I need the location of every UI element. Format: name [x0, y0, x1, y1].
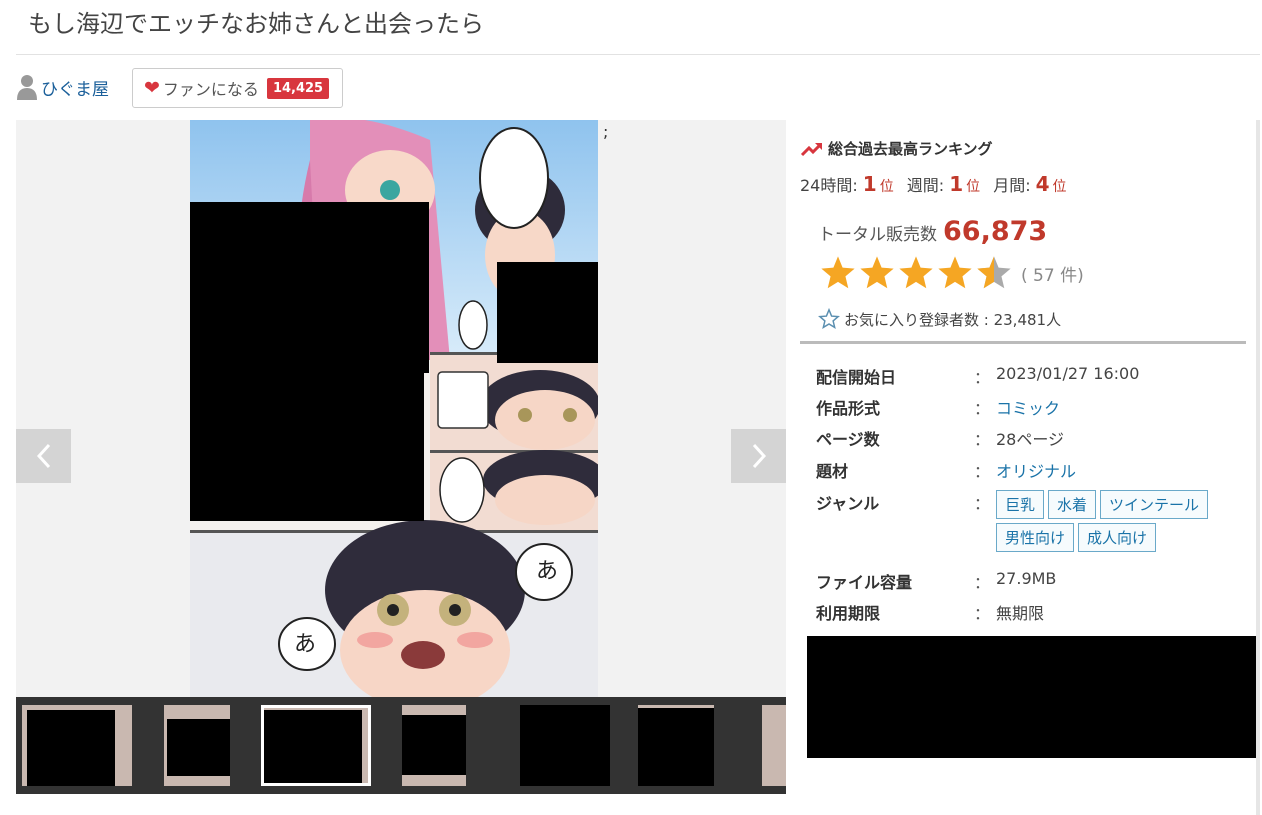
- release-label: 配信開始日: [816, 368, 897, 387]
- pages-label: ページ数: [816, 430, 880, 449]
- thumbnail-4[interactable]: [402, 705, 466, 786]
- filesize-colon: ：: [974, 573, 991, 592]
- star-full-icon: [860, 256, 894, 289]
- rating-stars[interactable]: ( 57 件): [818, 254, 1084, 292]
- total-sales: トータル販売数 66,873: [818, 216, 1047, 247]
- page-title: もし海辺でエッチなお姉さんと出会ったら: [28, 10, 484, 38]
- censor-block: [190, 202, 429, 373]
- format-colon: ：: [974, 399, 991, 418]
- censor-block: [520, 705, 610, 786]
- become-fan-button[interactable]: ❤ ファンになる 14,425: [132, 68, 343, 108]
- thumbnail-strip: [16, 697, 786, 794]
- page-edge: [1256, 120, 1260, 815]
- filesize-label: ファイル容量: [816, 573, 913, 592]
- ranking-heading-text: 総合過去最高ランキング: [828, 140, 993, 158]
- review-count[interactable]: ( 57 件): [1021, 261, 1084, 286]
- censor-block: [638, 708, 714, 786]
- censor-block: [497, 262, 598, 363]
- info-divider: [800, 341, 1246, 344]
- expiry-label: 利用期限: [816, 604, 881, 623]
- detail-expiry-row: 利用期限 ： 無期限: [816, 600, 1044, 624]
- thumbnail-2[interactable]: [164, 705, 230, 786]
- rank-24h-suffix: 位: [879, 179, 894, 195]
- author-link[interactable]: ひぐま屋: [16, 74, 109, 100]
- fan-count-badge: 14,425: [266, 77, 330, 99]
- detail-genre-row: ジャンル ： 巨乳 水着 ツインテール 男性向け 成人向け: [816, 490, 1236, 556]
- format-label: 作品形式: [816, 399, 881, 418]
- genre-tag[interactable]: 成人向け: [1078, 523, 1157, 552]
- pages-colon: ：: [974, 430, 991, 449]
- star-full-icon: [899, 256, 933, 289]
- redacted-block: [807, 636, 1259, 758]
- ranking-values: 24時間: 1 位 週間: 1 位 月間: 4 位: [800, 172, 1075, 196]
- censor-block: [264, 710, 362, 783]
- star-full-icon: [938, 256, 972, 289]
- subject-colon: ：: [974, 462, 991, 481]
- sales-value: 66,873: [943, 216, 1048, 247]
- favorites-count: お気に入り登録者数 : 23,481人: [818, 308, 1061, 330]
- subject-label: 題材: [816, 462, 849, 481]
- genre-colon: ：: [974, 494, 991, 513]
- trend-up-icon: [800, 142, 823, 156]
- thumbnail-7[interactable]: [762, 705, 786, 786]
- user-icon: [17, 75, 37, 100]
- favorites-text: お気に入り登録者数 : 23,481人: [844, 310, 1062, 329]
- main-sample-image[interactable]: あ あ: [190, 120, 598, 697]
- genre-label: ジャンル: [816, 494, 880, 513]
- genre-tag[interactable]: 水着: [1048, 490, 1097, 519]
- rank-24h-label: 24時間:: [800, 176, 858, 195]
- star-outline-icon: [818, 308, 840, 329]
- thumbnail-6[interactable]: [638, 705, 714, 786]
- genre-tags: 巨乳 水着 ツインテール 男性向け 成人向け: [996, 490, 1236, 556]
- ranking-heading: 総合過去最高ランキング: [800, 138, 993, 159]
- detail-release-row: 配信開始日 ： 2023/01/27 16:00: [816, 364, 1139, 388]
- detail-format-row: 作品形式 ： コミック: [816, 395, 1060, 419]
- chevron-right-icon: [752, 443, 766, 469]
- bubble-a-2: あ: [294, 632, 316, 657]
- pages-value: 28ページ: [996, 430, 1065, 449]
- fan-button-label: ファンになる: [162, 80, 259, 99]
- rank-week-suffix: 位: [966, 179, 981, 195]
- detail-pages-row: ページ数 ： 28ページ: [816, 426, 1064, 450]
- author-name: ひぐま屋: [41, 79, 109, 100]
- censor-block: [27, 710, 115, 786]
- thumbnail-3-selected[interactable]: [261, 705, 371, 786]
- rank-month-value: 4: [1035, 172, 1050, 196]
- stray-semicolon: ;: [603, 122, 609, 141]
- rank-month-label: 月間:: [993, 176, 1031, 195]
- star-full-icon: [821, 256, 855, 289]
- censor-block: [402, 715, 466, 775]
- star-half-icon: [977, 256, 1011, 289]
- chevron-left-icon: [36, 443, 50, 469]
- detail-filesize-row: ファイル容量 ： 27.9MB: [816, 569, 1056, 593]
- format-link[interactable]: コミック: [996, 395, 1060, 419]
- thumbnail-5[interactable]: [520, 705, 610, 786]
- title-divider: [16, 54, 1260, 55]
- next-image-button[interactable]: [731, 429, 786, 483]
- sales-label: トータル販売数: [818, 225, 937, 245]
- rank-month-suffix: 位: [1052, 179, 1067, 195]
- detail-subject-row: 題材 ： オリジナル: [816, 458, 1076, 482]
- heart-icon: ❤: [144, 76, 160, 99]
- rank-week-label: 週間:: [906, 176, 945, 195]
- rank-24h-value: 1: [862, 172, 877, 196]
- genre-tag[interactable]: 巨乳: [996, 490, 1045, 519]
- filesize-value: 27.9MB: [996, 569, 1057, 588]
- expiry-colon: ：: [974, 604, 991, 623]
- subject-link[interactable]: オリジナル: [996, 458, 1076, 482]
- bubble-a-1: あ: [536, 559, 558, 584]
- rank-week-value: 1: [949, 172, 964, 196]
- genre-tag[interactable]: 男性向け: [996, 523, 1075, 552]
- censor-block: [190, 373, 424, 521]
- genre-tag[interactable]: ツインテール: [1100, 490, 1209, 519]
- release-colon: ：: [974, 368, 991, 387]
- prev-image-button[interactable]: [16, 429, 71, 483]
- expiry-value: 無期限: [996, 604, 1045, 623]
- image-viewer: あ あ: [16, 120, 786, 697]
- censor-block: [167, 719, 230, 776]
- release-value: 2023/01/27 16:00: [996, 364, 1140, 383]
- thumbnail-1[interactable]: [22, 705, 132, 786]
